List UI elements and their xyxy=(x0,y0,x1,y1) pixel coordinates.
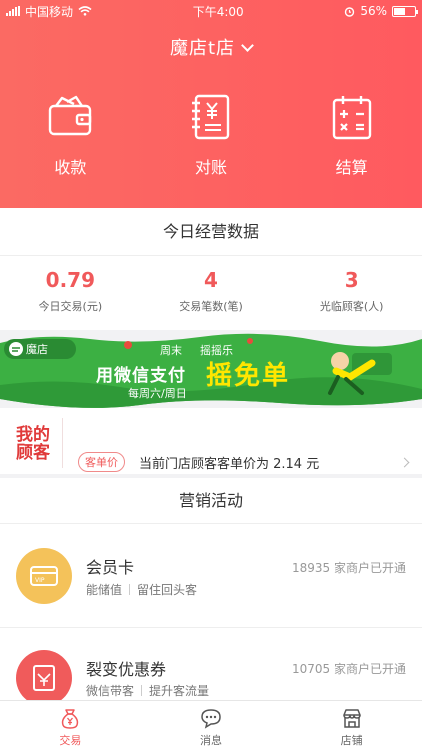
tab-transactions[interactable]: 交易 xyxy=(0,701,141,750)
tab-label: 消息 xyxy=(200,734,222,747)
chat-bubble-icon xyxy=(201,709,221,729)
wallet-icon xyxy=(49,95,92,136)
tab-messages[interactable]: 消息 xyxy=(141,701,282,750)
calculator-icon xyxy=(332,96,371,140)
reconcile-label: 对账 xyxy=(195,158,228,177)
tab-label: 交易 xyxy=(59,734,82,747)
today-title: 今日经营数据 xyxy=(0,208,422,256)
avg-price-text: 当前门店顾客客单价为 2.14 元 xyxy=(139,456,320,472)
my-customers-panel: 我的 顾客 客单价 当前门店顾客客单价为 2.14 元 xyxy=(0,408,422,474)
banner-brand: 魔店 xyxy=(26,343,48,356)
marketing-item-coupon[interactable]: 裂变优惠券 微信带客 提升客流量 10705 家商户已开通 xyxy=(0,628,422,708)
stat-value: 3 xyxy=(344,268,359,292)
settlement-button[interactable]: 结算 xyxy=(281,92,422,178)
stat-value: 0.79 xyxy=(45,268,96,292)
banner-line3: 每周六/周日 xyxy=(128,387,187,400)
battery-percent: 56% xyxy=(360,4,387,18)
banner-highlight: 摇免单 xyxy=(206,361,291,391)
stat-label: 光临顾客(人) xyxy=(319,300,384,313)
store-selector[interactable]: 魔店t店 xyxy=(0,34,422,60)
bottom-tab-bar: 交易 消息 店铺 xyxy=(0,700,422,750)
stat-visitors[interactable]: 3 光临顾客(人) xyxy=(281,268,422,314)
coupon-title: 裂变优惠券 xyxy=(86,660,167,679)
settlement-label: 结算 xyxy=(335,158,368,177)
customer-row-avg-price[interactable]: 客单价 当前门店顾客客单价为 2.14 元 xyxy=(78,452,410,472)
stat-value: 4 xyxy=(204,268,218,292)
today-business-panel: 今日经营数据 0.79 今日交易(元) 4 交易笔数(笔) 3 光临顾客(人) xyxy=(0,208,422,330)
coupon-count: 10705 家商户已开通 xyxy=(292,662,406,676)
tab-label: 店铺 xyxy=(340,734,363,747)
collect-payment-label: 收款 xyxy=(54,158,87,177)
coupon-tags: 微信带客 提升客流量 xyxy=(86,684,210,698)
wifi-icon xyxy=(78,6,92,16)
status-bar: 中国移动 下午4:00 56% xyxy=(0,0,422,22)
member-card-count: 18935 家商户已开通 xyxy=(292,561,406,575)
alarm-icon xyxy=(345,6,355,17)
collect-payment-button[interactable]: 收款 xyxy=(0,92,141,178)
svg-text:VIP: VIP xyxy=(35,577,45,584)
ledger-icon xyxy=(192,94,230,140)
promo-banner[interactable]: 魔店 周末 摇摇乐 用微信支付 每周六/周日 摇免单 xyxy=(0,333,422,409)
store-icon xyxy=(342,709,361,728)
marketing-title: 营销活动 xyxy=(0,478,422,524)
chevron-right-icon xyxy=(399,457,410,467)
stat-label: 今日交易(元) xyxy=(38,300,103,313)
member-card-tags: 能储值 留住回头客 xyxy=(86,583,198,597)
member-card-icon: VIP xyxy=(16,548,72,604)
stat-label: 交易笔数(笔) xyxy=(179,300,243,313)
banner-line1: 周末 xyxy=(160,344,182,357)
money-bag-icon xyxy=(62,709,79,729)
battery-icon xyxy=(391,5,418,17)
header-hero: 中国移动 下午4:00 56% 魔店t店 收款 对账 结算 xyxy=(0,0,422,208)
chevron-down-icon xyxy=(241,39,254,52)
coupon-icon xyxy=(16,650,72,706)
avg-price-tag: 客单价 xyxy=(78,452,125,472)
clock: 下午4:00 xyxy=(192,4,244,19)
divider xyxy=(62,418,63,468)
marketing-item-member-card[interactable]: VIP 会员卡 能储值 留住回头客 18935 家商户已开通 xyxy=(0,524,422,628)
store-name: 魔店t店 xyxy=(169,38,236,59)
tab-store[interactable]: 店铺 xyxy=(281,701,422,750)
member-card-title: 会员卡 xyxy=(86,558,135,577)
carrier-label: 中国移动 xyxy=(25,4,74,19)
stat-transactions-amount[interactable]: 0.79 今日交易(元) xyxy=(0,268,141,314)
stat-transaction-count[interactable]: 4 交易笔数(笔) xyxy=(141,268,282,314)
banner-line2: 用微信支付 xyxy=(96,366,186,386)
signal-icon xyxy=(6,6,20,16)
my-customers-logo: 我的 顾客 xyxy=(16,425,50,463)
reconcile-button[interactable]: 对账 xyxy=(141,92,282,178)
